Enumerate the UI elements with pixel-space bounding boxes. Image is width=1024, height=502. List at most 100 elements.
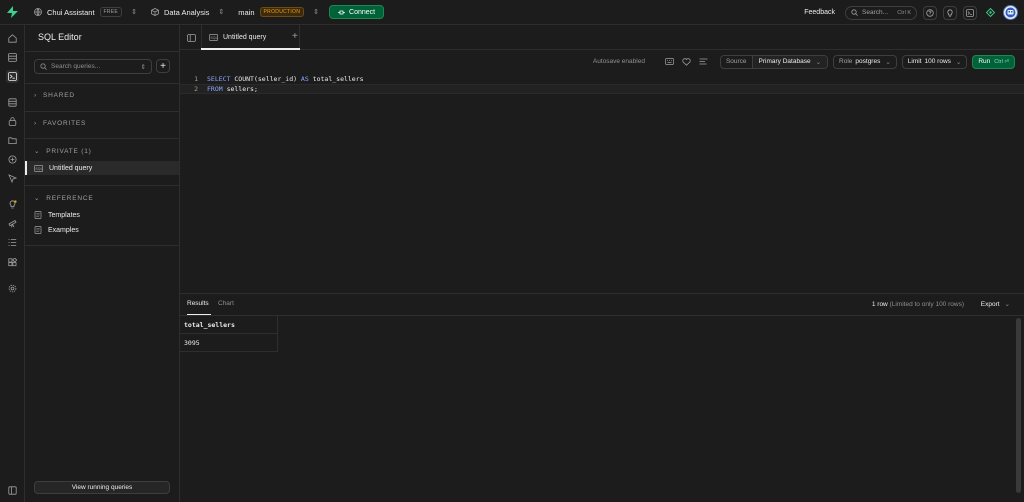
settings-gear-icon[interactable] bbox=[6, 282, 19, 295]
reference-item-label: Templates bbox=[48, 211, 80, 219]
tab-untitled-query[interactable]: SQL Untitled query bbox=[201, 25, 300, 50]
storage-folder-icon[interactable] bbox=[6, 134, 19, 147]
table-editor-icon[interactable] bbox=[6, 51, 19, 64]
results-tabs: Results Chart 1 row (Limited to only 100… bbox=[180, 294, 1024, 316]
role-label: Role bbox=[839, 58, 853, 65]
section-shared-label: SHARED bbox=[42, 92, 75, 99]
svg-text:SQL: SQL bbox=[35, 167, 42, 171]
sql-keyword: AS bbox=[297, 75, 309, 83]
new-tab-button[interactable]: + bbox=[292, 31, 298, 42]
user-avatar[interactable] bbox=[1003, 5, 1018, 20]
section-reference-label: REFERENCE bbox=[46, 194, 94, 202]
logs-list-icon[interactable] bbox=[6, 236, 19, 249]
run-shortcut: Ctrl ⏎ bbox=[994, 58, 1009, 65]
section-private-label: PRIVATE (1) bbox=[46, 147, 92, 155]
svg-text:SQL: SQL bbox=[210, 36, 217, 40]
filter-sort-icon[interactable]: ⇕ bbox=[141, 63, 146, 71]
document-icon bbox=[34, 211, 42, 219]
code-line[interactable]: 1 SELECT COUNT(seller_id) AS total_selle… bbox=[180, 74, 1024, 84]
integrations-icon[interactable] bbox=[6, 256, 19, 269]
keyboard-shortcuts-icon[interactable] bbox=[664, 56, 676, 68]
code-line-current[interactable]: 2 FROM sellers; bbox=[180, 84, 1024, 94]
tab-results[interactable]: Results bbox=[187, 300, 209, 307]
connect-button[interactable]: Connect bbox=[329, 5, 385, 19]
app-logo-icon[interactable] bbox=[0, 0, 25, 25]
plug-icon bbox=[338, 10, 346, 14]
section-private[interactable]: ⌄ PRIVATE (1) bbox=[34, 147, 92, 156]
divider bbox=[25, 185, 180, 186]
reports-telescope-icon[interactable] bbox=[6, 217, 19, 230]
run-button[interactable]: Run Ctrl ⏎ bbox=[972, 54, 1015, 69]
search-queries-input[interactable]: Search queries... ⇕ bbox=[34, 59, 152, 74]
help-icon bbox=[926, 8, 934, 17]
global-search[interactable]: Search... Ctrl K bbox=[845, 5, 917, 20]
top-bar: Chui Assistant FREE ⇕ Data Analysis ⇕ ma… bbox=[0, 0, 1024, 25]
query-tabs-bar: SQL Untitled query + bbox=[180, 25, 1024, 50]
limit-selector[interactable]: Limit 100 rows ⌄ bbox=[901, 54, 968, 69]
sql-function: COUNT bbox=[230, 75, 254, 83]
org-name: Chui Assistant bbox=[47, 7, 95, 17]
advisor-button[interactable] bbox=[943, 5, 957, 20]
source-value[interactable]: Primary Database ⌄ bbox=[751, 55, 828, 68]
query-item-untitled[interactable]: SQL Untitled query bbox=[25, 161, 179, 175]
active-tab-indicator bbox=[187, 314, 211, 315]
chevron-up-down-icon: ⇕ bbox=[313, 9, 320, 16]
export-label: Export bbox=[980, 300, 1000, 308]
column-header[interactable]: total_sellers bbox=[180, 316, 278, 334]
sql-editor-icon[interactable] bbox=[6, 70, 19, 83]
branch-selector[interactable]: main PRODUCTION ⇕ bbox=[238, 7, 319, 17]
home-icon[interactable] bbox=[6, 32, 19, 45]
view-running-queries-button[interactable]: View running queries bbox=[34, 481, 170, 494]
reference-item-label: Examples bbox=[48, 226, 79, 234]
project-name: Data Analysis bbox=[163, 7, 210, 17]
reference-item-templates[interactable]: Templates bbox=[25, 208, 179, 222]
divider bbox=[25, 111, 180, 112]
reference-item-examples[interactable]: Examples bbox=[25, 223, 179, 237]
favorite-heart-icon[interactable] bbox=[681, 56, 693, 68]
sql-identifier: total_sellers bbox=[308, 75, 364, 83]
advisors-icon[interactable] bbox=[6, 198, 19, 211]
terminal-button[interactable] bbox=[963, 5, 977, 20]
role-selector[interactable]: Role postgres ⌄ bbox=[833, 54, 897, 69]
section-shared[interactable]: › SHARED bbox=[34, 92, 75, 99]
table-cell[interactable]: 3095 bbox=[180, 334, 278, 352]
auth-lock-icon[interactable] bbox=[6, 115, 19, 128]
sql-file-icon: SQL bbox=[209, 34, 218, 41]
source-selector[interactable]: Source Primary Database ⌄ bbox=[719, 54, 829, 69]
line-number: 2 bbox=[194, 85, 198, 93]
nav-rail bbox=[0, 25, 25, 502]
sql-keyword: FROM bbox=[207, 85, 223, 93]
source-value-text: Primary Database bbox=[758, 58, 811, 65]
realtime-icon[interactable] bbox=[6, 172, 19, 185]
help-button[interactable] bbox=[923, 5, 937, 20]
toggle-panel-icon[interactable] bbox=[184, 31, 198, 44]
database-icon[interactable] bbox=[6, 96, 19, 109]
results-scrollbar[interactable] bbox=[1016, 318, 1021, 493]
section-favorites-label: FAVORITES bbox=[42, 120, 87, 127]
new-query-button[interactable]: + bbox=[156, 59, 170, 73]
sidebar-title: SQL Editor bbox=[38, 32, 82, 42]
editor-toolbar: Autosave enabled Source Primary Database… bbox=[180, 50, 1024, 73]
row-count-note: (Limited to only 100 rows) bbox=[887, 301, 964, 308]
run-label: Run bbox=[978, 58, 991, 65]
assistant-button[interactable] bbox=[983, 6, 997, 20]
chevron-down-icon: ⌄ bbox=[815, 58, 822, 66]
export-button[interactable]: Export ⌄ bbox=[980, 300, 1010, 309]
chevron-down-icon: ⌄ bbox=[34, 148, 41, 155]
project-selector[interactable]: Data Analysis ⇕ bbox=[151, 8, 224, 17]
collapse-sidebar-icon[interactable] bbox=[6, 484, 19, 497]
feedback-button[interactable]: Feedback bbox=[804, 9, 835, 16]
section-favorites[interactable]: › FAVORITES bbox=[34, 120, 86, 127]
sql-code-editor[interactable]: 1 SELECT COUNT(seller_id) AS total_selle… bbox=[180, 73, 1024, 293]
autosave-status: Autosave enabled bbox=[592, 58, 645, 65]
org-selector[interactable]: Chui Assistant FREE ⇕ bbox=[34, 7, 137, 17]
tab-chart[interactable]: Chart bbox=[218, 300, 234, 307]
edge-functions-icon[interactable] bbox=[6, 153, 19, 166]
sql-argument: (seller_id) bbox=[253, 75, 298, 83]
global-search-placeholder: Search... bbox=[862, 9, 889, 16]
sql-file-icon: SQL bbox=[34, 164, 43, 172]
format-align-icon[interactable] bbox=[698, 56, 710, 68]
section-reference[interactable]: ⌄ REFERENCE bbox=[34, 194, 94, 203]
lightbulb-icon bbox=[947, 8, 953, 17]
project-box-icon bbox=[151, 8, 159, 16]
